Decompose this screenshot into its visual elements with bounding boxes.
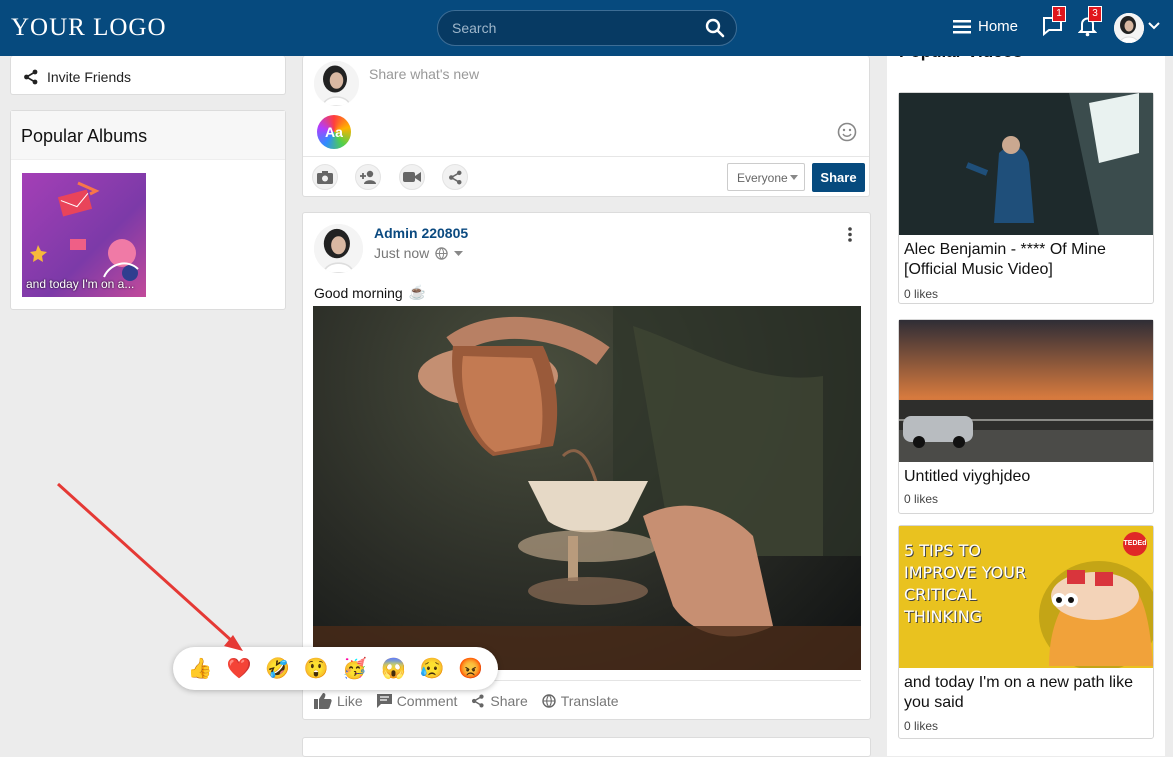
- post-actions: Like Comment Share Translate: [314, 693, 619, 709]
- search-input[interactable]: [452, 20, 692, 36]
- post-text: Good morning ☕: [314, 284, 426, 301]
- ted-ed-badge: TEDEd: [1123, 540, 1147, 547]
- composer-input[interactable]: Share what's new: [369, 66, 479, 82]
- post-author-avatar[interactable]: [314, 224, 363, 273]
- privacy-dropdown-icon[interactable]: [454, 250, 464, 256]
- popular-albums-card: Popular Albums and today I'm on a...: [10, 110, 286, 310]
- thumbs-up-icon: [314, 693, 332, 709]
- add-photo-button[interactable]: [312, 164, 338, 190]
- messages-badge: 1: [1052, 6, 1066, 22]
- invite-friends-link[interactable]: Invite Friends: [23, 69, 131, 85]
- share-icon: [448, 170, 461, 184]
- post-text-content: Good morning: [314, 284, 403, 301]
- user-avatar[interactable]: [1114, 13, 1144, 43]
- comment-label: Comment: [396, 693, 458, 709]
- translate-label: Translate: [560, 693, 619, 709]
- share-label: Share: [490, 693, 528, 709]
- reaction-sad[interactable]: 😥: [420, 656, 445, 681]
- invite-friends-card: Invite Friends: [10, 56, 286, 95]
- share-button[interactable]: Share: [471, 693, 528, 709]
- reaction-angry[interactable]: 😡: [458, 656, 483, 681]
- share-post-button[interactable]: Share: [812, 163, 865, 192]
- video-card[interactable]: 5 TIPS TO IMPROVE YOUR CRITICAL THINKING…: [898, 525, 1154, 739]
- home-menu-button[interactable]: Home: [953, 18, 1018, 35]
- like-label: Like: [337, 693, 363, 709]
- hamburger-icon: [953, 19, 971, 33]
- camera-icon: [317, 170, 333, 184]
- emoji-picker-icon[interactable]: [837, 122, 857, 142]
- audience-value: Everyone: [737, 171, 788, 185]
- text-style-button[interactable]: Aa: [317, 115, 351, 149]
- share-link-button[interactable]: [442, 164, 468, 190]
- post-image[interactable]: [313, 306, 861, 670]
- thumbnail-text: 5 TIPS TO IMPROVE YOUR CRITICAL THINKING: [904, 541, 1027, 626]
- invite-friends-label: Invite Friends: [47, 69, 132, 85]
- video-card[interactable]: Untitled viyghjdeo 0 likes: [898, 319, 1154, 514]
- composer-toolbar: Everyone Share: [303, 156, 869, 196]
- comment-button[interactable]: Comment: [376, 693, 458, 709]
- search-box[interactable]: [437, 10, 737, 46]
- post-author-name[interactable]: Admin 220805: [374, 225, 468, 241]
- video-card[interactable]: Alec Benjamin - **** Of Mine [Official M…: [898, 92, 1154, 304]
- audience-select[interactable]: Everyone: [727, 163, 805, 191]
- reaction-celebrate[interactable]: 🥳: [342, 656, 367, 681]
- albums-title: Popular Albums: [21, 126, 148, 146]
- coffee-emoji: ☕: [408, 284, 427, 300]
- video-thumbnail[interactable]: [899, 93, 1153, 235]
- video-thumbnail[interactable]: [899, 320, 1153, 462]
- video-likes: 0 likes: [904, 492, 939, 506]
- reaction-haha[interactable]: 🤣: [265, 656, 290, 681]
- add-user-icon: [360, 170, 376, 184]
- top-navbar: YOUR LOGO Home 1 3: [0, 0, 1173, 56]
- album-thumbnail[interactable]: and today I'm on a...: [22, 173, 146, 297]
- comment-icon: [376, 694, 392, 708]
- composer-avatar: [314, 61, 359, 106]
- tag-people-button[interactable]: [355, 164, 381, 190]
- notifications-button[interactable]: 3: [1077, 6, 1102, 42]
- video-likes: 0 likes: [904, 719, 939, 733]
- coffee-pour-photo: [313, 306, 861, 670]
- share-icon: [472, 694, 484, 708]
- album-caption: and today I'm on a...: [26, 277, 135, 291]
- post-options-icon[interactable]: [848, 227, 852, 242]
- messages-button[interactable]: 1: [1042, 6, 1066, 42]
- search-icon[interactable]: [705, 18, 725, 38]
- video-thumbnail[interactable]: 5 TIPS TO IMPROVE YOUR CRITICAL THINKING…: [899, 526, 1153, 668]
- reaction-wow[interactable]: 😲: [304, 656, 329, 681]
- post-timestamp[interactable]: Just now: [374, 245, 429, 261]
- add-video-button[interactable]: [399, 164, 425, 190]
- video-likes: 0 likes: [904, 287, 939, 301]
- video-camera-icon: [403, 172, 421, 182]
- next-feed-post: [302, 737, 871, 757]
- reaction-love[interactable]: ❤️: [226, 656, 251, 681]
- popular-videos-panel: Popular Videos Alec Benjamin - **** Of M…: [887, 42, 1165, 756]
- reaction-like[interactable]: 👍: [188, 656, 213, 681]
- notifications-badge: 3: [1088, 6, 1102, 22]
- video-title[interactable]: and today I'm on a new path like you sai…: [904, 673, 1144, 713]
- video-title[interactable]: Alec Benjamin - **** Of Mine [Official M…: [904, 240, 1153, 280]
- home-label: Home: [978, 18, 1019, 35]
- chevron-down-icon[interactable]: [1148, 22, 1160, 30]
- site-logo[interactable]: YOUR LOGO: [11, 14, 167, 42]
- chevron-down-icon: [790, 175, 798, 180]
- translate-button[interactable]: Translate: [542, 693, 619, 709]
- like-button[interactable]: Like: [314, 693, 363, 709]
- feed-post: Admin 220805 Just now Good morning ☕ Lik…: [302, 212, 871, 720]
- post-meta: Just now: [374, 245, 464, 261]
- globe-icon: [435, 246, 448, 260]
- reaction-shocked[interactable]: 😱: [381, 656, 406, 681]
- globe-icon: [542, 694, 556, 708]
- post-composer: Share what's new Aa Everyone Share: [302, 56, 870, 197]
- reactions-popup: 👍 ❤️ 🤣 😲 🥳 😱 😥 😡: [173, 647, 498, 690]
- share-icon: [24, 69, 38, 85]
- video-title[interactable]: Untitled viyghjdeo: [904, 467, 1030, 487]
